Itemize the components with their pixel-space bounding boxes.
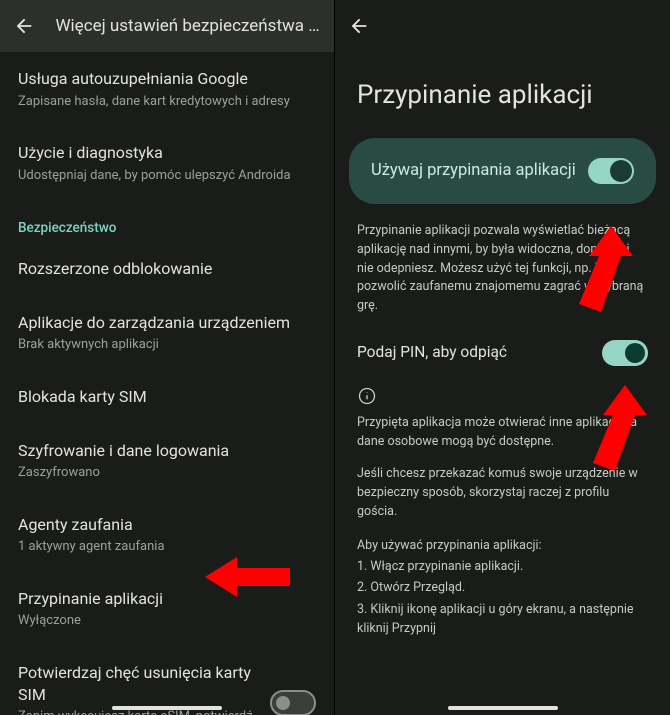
back-icon[interactable] — [12, 14, 35, 38]
list-item[interactable]: Użycie i diagnostyka Udostępniaj dane, b… — [18, 126, 316, 200]
require-pin-row[interactable]: Podaj PIN, aby odpiąć — [335, 330, 670, 376]
app-pinning-screen: Przypinanie aplikacji Używaj przypinania… — [335, 0, 670, 715]
steps-intro: Aby używać przypinania aplikacji: — [357, 536, 648, 555]
back-icon[interactable] — [347, 14, 371, 38]
step: 2. Otwórz Przegląd. — [357, 578, 648, 597]
settings-list: Usługa autouzupełniania Google Zapisane … — [0, 52, 334, 715]
list-item[interactable]: Szyfrowanie i dane logowania Zaszyfrowan… — [18, 424, 316, 498]
item-subtitle: Udostępniaj dane, by pomóc ulepszyć Andr… — [18, 167, 316, 185]
item-subtitle: Zapisane hasła, dane kart kredytowych i … — [18, 93, 316, 111]
page-title: Więcej ustawień bezpieczeństwa i … — [55, 16, 322, 36]
nav-handle[interactable] — [448, 706, 558, 710]
step: 3. Kliknij ikonę aplikacji u góry ekranu… — [357, 600, 648, 639]
item-title: Podaj PIN, aby odpiąć — [357, 342, 507, 363]
section-header: Bezpieczeństwo — [18, 200, 316, 242]
list-item[interactable]: Aplikacje do zarządzania urządzeniem Bra… — [18, 296, 316, 370]
page-title: Przypinanie aplikacji — [335, 52, 670, 138]
card-title: Używaj przypinania aplikacji — [371, 160, 576, 182]
use-app-pinning-toggle[interactable] — [588, 158, 634, 184]
item-title: Użycie i diagnostyka — [18, 142, 316, 164]
item-subtitle: Brak aktywnych aplikacji — [18, 336, 316, 354]
item-subtitle: Wyłączone — [18, 612, 316, 630]
use-app-pinning-card[interactable]: Używaj przypinania aplikacji — [349, 138, 656, 204]
item-title: Szyfrowanie i dane logowania — [18, 440, 316, 462]
info-icon — [357, 386, 377, 406]
sim-confirm-toggle[interactable] — [270, 690, 316, 715]
item-subtitle: Zaszyfrowano — [18, 464, 316, 482]
app-bar: Więcej ustawień bezpieczeństwa i … — [0, 0, 334, 52]
list-item[interactable]: Blokada karty SIM — [18, 370, 316, 424]
list-item[interactable]: Rozszerzone odblokowanie — [18, 242, 316, 296]
item-title: Agenty zaufania — [18, 514, 316, 536]
step: 1. Włącz przypinanie aplikacji. — [357, 557, 648, 576]
item-title: Usługa autouzupełniania Google — [18, 68, 316, 90]
list-item[interactable]: Potwierdzaj chęć usunięcia karty SIM Zan… — [18, 646, 316, 715]
item-title: Aplikacje do zarządzania urządzeniem — [18, 312, 316, 334]
steps-list: Aby używać przypinania aplikacji: 1. Włą… — [335, 536, 670, 639]
nav-handle[interactable] — [112, 706, 222, 710]
description-text: Jeśli chcesz przekazać komuś swoje urząd… — [335, 465, 670, 535]
annotation-arrow — [567, 385, 647, 471]
item-title: Rozszerzone odblokowanie — [18, 258, 316, 280]
item-title: Blokada karty SIM — [18, 386, 316, 408]
require-pin-toggle[interactable] — [602, 340, 648, 366]
list-item[interactable]: Usługa autouzupełniania Google Zapisane … — [18, 52, 316, 126]
item-title: Potwierdzaj chęć usunięcia karty SIM — [18, 662, 260, 705]
annotation-arrow — [551, 226, 633, 312]
app-bar — [335, 0, 670, 52]
settings-security-screen: Więcej ustawień bezpieczeństwa i … Usług… — [0, 0, 335, 715]
annotation-arrow — [205, 555, 290, 599]
item-subtitle: 1 aktywny agent zaufania — [18, 538, 316, 556]
